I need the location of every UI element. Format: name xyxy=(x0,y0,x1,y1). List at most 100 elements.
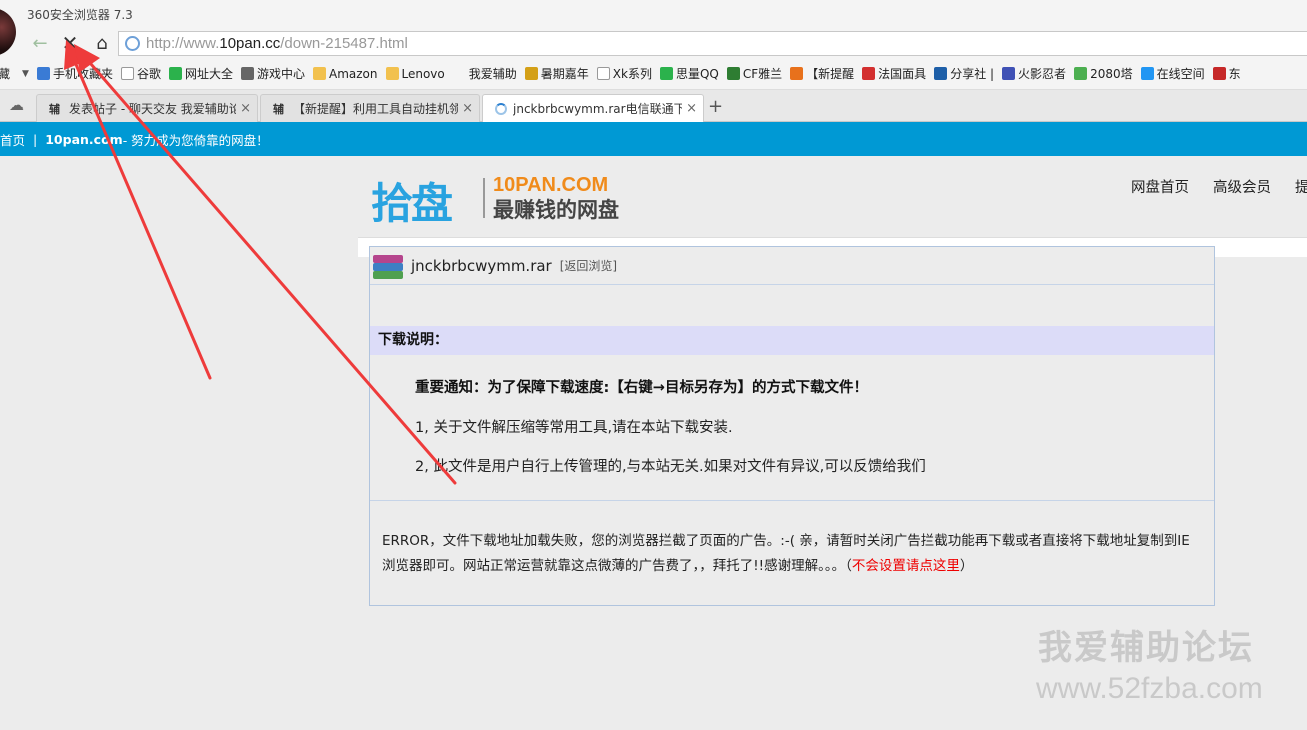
bookmark-label: 东 xyxy=(1228,67,1241,81)
logo-divider xyxy=(483,178,485,218)
cloud-sync-icon[interactable]: ☁ xyxy=(9,98,27,113)
bookmark-favicon-icon xyxy=(453,67,466,80)
bookmark-favicon-icon xyxy=(1074,67,1088,80)
strip-site-name[interactable]: 10pan.com xyxy=(45,132,122,147)
bookmark-label: 谷歌 xyxy=(136,67,161,81)
bookmark-favicon-icon xyxy=(168,67,182,80)
bookmark-favicon-icon xyxy=(385,67,399,80)
bookmark-favicon-icon xyxy=(934,67,948,80)
error-text: ERROR，文件下载地址加载失败，您的浏览器拦截了页面的广告。:-( 亲，请暂时… xyxy=(382,533,1190,574)
bookmark-favicon-icon xyxy=(862,67,876,80)
nav-more[interactable]: 提 xyxy=(1295,176,1307,197)
help-link[interactable]: 不会设置请点这里 xyxy=(852,558,960,574)
watermark-cn: 我爱辅助论坛 xyxy=(1038,628,1254,668)
site-favicon-icon: 辅 xyxy=(49,102,60,116)
bookmark-label: Lenovo xyxy=(401,66,445,81)
rar-archive-icon xyxy=(371,251,405,281)
bookmark-label: 法国面具 xyxy=(878,67,927,81)
notice-item-1: 1, 关于文件解压缩等常用工具,请在本站下载安装. xyxy=(415,420,733,436)
bookmark-item[interactable]: Lenovo xyxy=(385,66,445,81)
bookmark-item[interactable]: 2080塔 xyxy=(1074,65,1133,82)
stop-loading-icon[interactable]: ✕ xyxy=(56,30,84,56)
bookmark-item[interactable]: 【新提醒 xyxy=(790,65,854,82)
bookmark-item[interactable]: 在线空间 xyxy=(1140,65,1205,82)
site-nav: 网盘首页 高级会员 提 xyxy=(1131,176,1307,197)
bookmark-item[interactable]: 谷歌 xyxy=(120,65,161,82)
bookmark-item[interactable]: 法国面具 xyxy=(862,65,926,82)
bookmark-item[interactable]: 藏 xyxy=(0,65,10,82)
panel-divider xyxy=(370,500,1214,501)
tab-post-thread[interactable]: 辅 发表帖子 - 聊天交友 我爱辅助论坛 × xyxy=(36,94,258,122)
bookmark-item[interactable]: 我爱辅助 xyxy=(453,65,517,82)
bookmark-label: 思量QQ xyxy=(675,67,719,81)
back-arrow-icon[interactable]: ← xyxy=(26,30,54,56)
site-top-strip: 首页 | 10pan.com - 努力成为您倚靠的网盘！ xyxy=(0,122,1307,156)
address-bar[interactable]: http://www.10pan.cc/down-215487.html xyxy=(118,31,1307,56)
bookmark-item[interactable]: 手机收藏夹 xyxy=(36,65,113,82)
bookmark-label: 在线空间 xyxy=(1156,67,1205,81)
nav-premium-member[interactable]: 高级会员 xyxy=(1213,176,1271,197)
bookmark-label: 分享社 | xyxy=(950,67,995,81)
tab-label: jnckbrbcwymm.rar电信联通下载 xyxy=(513,102,683,116)
home-icon[interactable]: ⌂ xyxy=(88,30,116,56)
bookmark-favicon-icon xyxy=(659,67,673,80)
loading-spinner-icon xyxy=(495,102,507,115)
app-title: 360安全浏览器 7.3 xyxy=(27,8,133,22)
bookmark-item[interactable]: 火影忍者 xyxy=(1002,65,1066,82)
bookmark-item[interactable]: 网址大全 xyxy=(168,65,233,82)
notice-item-2: 2, 此文件是用户自行上传管理的,与本站无关.如果对文件有异议,可以反馈给我们 xyxy=(415,459,926,475)
bookmark-item[interactable]: 东 xyxy=(1212,65,1241,82)
title-bar: 360安全浏览器 7.3 xyxy=(0,0,1307,56)
bookmark-favicon-icon xyxy=(1212,67,1226,80)
bookmark-label: Amazon xyxy=(329,66,378,81)
bookmark-item[interactable]: CF雅兰 xyxy=(726,65,783,82)
tab-label: 发表帖子 - 聊天交友 我爱辅助论坛 xyxy=(69,102,237,116)
nav-pan-home[interactable]: 网盘首页 xyxy=(1131,176,1189,197)
url-text[interactable]: http://www.10pan.cc/down-215487.html xyxy=(146,35,408,52)
bookmark-label: 游戏中心 xyxy=(256,67,305,81)
bookmark-label: 暑期嘉年 xyxy=(540,67,589,81)
logo-cn-text: 拾盘 xyxy=(371,179,453,228)
site-favicon-icon: 辅 xyxy=(273,102,284,116)
bookmark-favicon-icon xyxy=(240,67,254,80)
tab-download-active[interactable]: jnckbrbcwymm.rar电信联通下载 × xyxy=(482,94,704,122)
strip-home-link[interactable]: 首页 xyxy=(0,130,25,149)
bookmark-favicon-icon xyxy=(1140,67,1154,80)
bookmark-label: CF雅兰 xyxy=(742,67,783,81)
bookmark-favicon-icon xyxy=(726,67,740,80)
bookmark-item[interactable]: 思量QQ xyxy=(659,65,719,82)
bookmark-label: 我爱辅助 xyxy=(468,67,517,81)
bookmark-label: 火影忍者 xyxy=(1018,67,1067,81)
bookmark-label: 藏 xyxy=(0,65,10,82)
bookmark-item[interactable]: 游戏中心 xyxy=(240,65,305,82)
tab-bar: ☁ 辅 发表帖子 - 聊天交友 我爱辅助论坛 × 辅 【新提醒】利用工具自动挂机… xyxy=(0,90,1307,122)
notice-important: 重要通知：为了保障下载速度:【右键→目标另存为】的方式下载文件！ xyxy=(415,380,868,396)
bookmark-favicon-icon xyxy=(120,67,134,80)
close-tab-icon[interactable]: × xyxy=(462,101,473,116)
site-logo[interactable]: 拾盘 10PAN.COM 最赚钱的网盘 xyxy=(371,170,621,228)
back-to-browse-link[interactable]: [返回浏览] xyxy=(560,257,617,274)
bookmark-item[interactable]: 暑期嘉年 xyxy=(524,65,589,82)
bookmark-label: 网址大全 xyxy=(184,67,233,81)
bookmark-item[interactable]: 分享社 | xyxy=(934,65,994,82)
tab-new-reminder[interactable]: 辅 【新提醒】利用工具自动挂机领取 × xyxy=(260,94,480,122)
logo-slogan: 最赚钱的网盘 xyxy=(493,198,619,222)
bookmark-item[interactable]: Amazon xyxy=(313,67,378,81)
notice-title: 下载说明： xyxy=(370,326,1214,355)
bookmark-label: 2080塔 xyxy=(1090,67,1133,81)
bookmark-label: Xk系列 xyxy=(612,67,652,81)
bookmark-label: 【新提醒 xyxy=(806,67,855,81)
bookmarks-bar: 藏 ▼ 手机收藏夹 谷歌 网址大全 游戏中心 Amazon Lenovo 我爱辅助 暑期嘉年 Xk系… xyxy=(0,58,1307,90)
bookmark-item[interactable]: Xk系列 xyxy=(596,65,652,82)
watermark-url: www.52fzba.com xyxy=(1036,672,1263,705)
close-tab-icon[interactable]: × xyxy=(240,101,251,116)
bookmarks-dropdown-icon[interactable]: ▼ xyxy=(22,69,29,79)
strip-slogan: - 努力成为您倚靠的网盘！ xyxy=(122,132,269,148)
error-message: ERROR，文件下载地址加载失败，您的浏览器拦截了页面的广告。:-( 亲，请暂时… xyxy=(382,529,1202,579)
error-tail: ） xyxy=(959,558,974,574)
bookmark-favicon-icon xyxy=(790,67,804,80)
new-tab-button[interactable]: + xyxy=(708,96,723,117)
file-header: jnckbrbcwymm.rar [返回浏览] xyxy=(370,247,1214,285)
tab-label: 【新提醒】利用工具自动挂机领取 xyxy=(293,102,459,116)
close-tab-icon[interactable]: × xyxy=(686,101,697,116)
